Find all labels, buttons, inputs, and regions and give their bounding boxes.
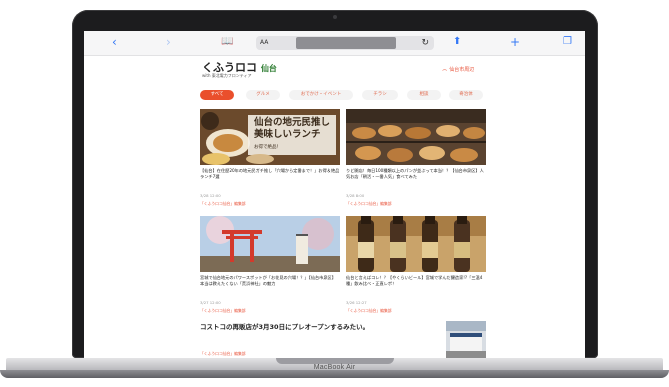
camera-icon [333, 15, 337, 19]
article-author[interactable]: 「くふうロコ仙台」編集部 [346, 201, 392, 207]
article-thumbnail [346, 109, 486, 165]
thumbnail-subcaption: お得で絶品！ [254, 145, 281, 150]
article-author[interactable]: 「くふうロコ仙台」編集部 [200, 201, 246, 207]
article-author[interactable]: 「くふうロコ仙台」編集部 [346, 308, 392, 314]
tab-all[interactable]: すべて [200, 90, 234, 100]
list-item-title[interactable]: コストコの再販店が3月30日にプレオープンするみたい。 [200, 321, 369, 331]
article-thumbnail [200, 216, 340, 272]
category-tabs: すべて グルメ おでかけ・イベント チラシ 相談 奇治体 [200, 90, 483, 100]
back-icon[interactable]: ‹ [112, 34, 117, 50]
list-item-thumbnail [446, 321, 486, 358]
article-title[interactable]: 宮城で仙台地元のパワースポットが「お花見の穴場！？」【仙台市泉区】本当は教えたく… [200, 275, 340, 286]
tab-consult[interactable]: 相談 [407, 90, 441, 100]
laptop-frame: ‹ › 📖 AA ↻ ⬆ + ❐ くふうロコ 仙台 with 東北電力フロンティ… [0, 0, 669, 387]
article-title[interactable]: 仙台と言えばコレ！？【やくらいビール】宮城で学んだ醸造家!?「三温4種」飲み比べ… [346, 275, 486, 286]
article-author[interactable]: 「くふうロコ仙台」編集部 [200, 308, 246, 314]
article-title[interactable]: りど開店！毎日100種類以上のパンが並ぶって本当！？【仙台市泉区】人気お店「朝活… [346, 168, 486, 179]
new-tab-icon[interactable]: + [510, 34, 520, 50]
text-size-button[interactable]: AA [260, 37, 268, 49]
book-icon[interactable]: 📖 [221, 34, 233, 50]
area-label: 仙台市周辺 [449, 67, 475, 73]
address-bar[interactable]: AA ↻ [256, 36, 434, 50]
logo-city: 仙台 [260, 64, 277, 73]
site-tagline: with 東北電力フロンティア [202, 73, 252, 78]
article-date: 3/27 12:00 [200, 300, 221, 305]
tab-outing-event[interactable]: おでかけ・イベント [289, 90, 353, 100]
tabs-icon[interactable]: ❐ [563, 34, 572, 50]
list-item-author[interactable]: 「くふうロコ仙台」編集部 [200, 351, 246, 357]
laptop-base [0, 358, 669, 386]
pin-icon: ⌢ [442, 65, 448, 74]
area-select-button[interactable]: ⌢ 仙台市周辺 [442, 65, 474, 75]
forward-icon[interactable]: › [166, 34, 171, 50]
url-field[interactable] [296, 37, 396, 49]
article-date: 3/26 12:27 [346, 300, 367, 305]
screen: ‹ › 📖 AA ↻ ⬆ + ❐ くふうロコ 仙台 with 東北電力フロンティ… [84, 31, 585, 358]
thumbnail-caption: 仙台の地元民推し美味しいランチ [254, 117, 331, 140]
reload-icon[interactable]: ↻ [421, 36, 429, 50]
article-title[interactable]: 【仙台】在住歴20年の地元民ガチ推し「穴場から定番まで！」お得＆絶品ランチ7選 [200, 168, 340, 179]
article-date: 3/28 8:00 [346, 193, 365, 198]
device-label: MacBook Air [313, 364, 356, 371]
share-icon[interactable]: ⬆ [453, 34, 461, 50]
article-date: 3/28 12:00 [200, 193, 221, 198]
tab-municipality[interactable]: 奇治体 [449, 90, 483, 100]
tab-gourmet[interactable]: グルメ [246, 90, 280, 100]
tab-flyers[interactable]: チラシ [362, 90, 398, 100]
article-thumbnail [346, 216, 486, 272]
browser-toolbar: ‹ › 📖 AA ↻ ⬆ + ❐ [84, 31, 585, 56]
